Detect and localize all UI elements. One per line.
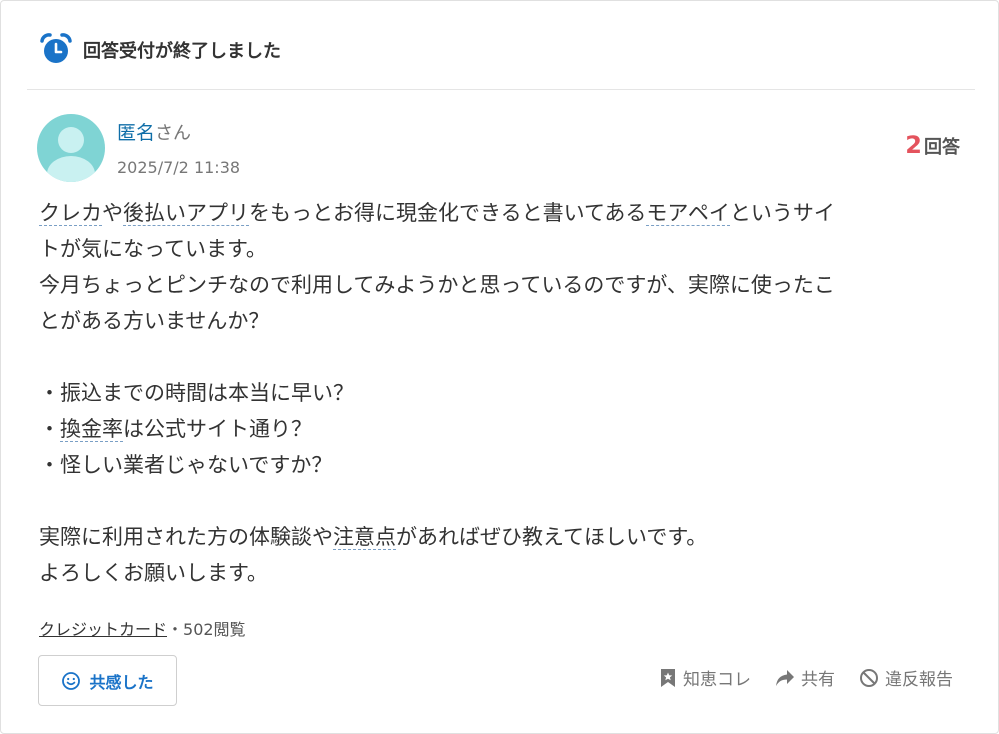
keyword-link[interactable]: 後払いアプリ — [123, 201, 249, 226]
smile-icon — [62, 671, 81, 690]
action-bar: 知恵コレ 共有 違反報告 — [659, 665, 953, 690]
body-line: よろしくお願いします。 — [39, 561, 268, 585]
body-line: 実際に利用された方の体験談や注意点があればぜひ教えてほしいです。 — [39, 519, 959, 555]
body-text-segment: があればぜひ教えてほしいです。 — [396, 525, 708, 549]
body-text-segment: や — [102, 201, 123, 225]
user-name[interactable]: 匿名さん — [117, 118, 191, 145]
body-line: トが気になっています。 — [39, 237, 267, 261]
save-button[interactable]: 知恵コレ — [659, 665, 751, 690]
avatar[interactable] — [37, 114, 105, 182]
bookmark-icon — [661, 668, 675, 687]
body-line: クレカや後払いアプリをもっとお得に現金化できると書いてあるモアペイというサイ — [39, 195, 959, 231]
post-timestamp: 2025/7/2 11:38 — [117, 158, 241, 177]
alarm-clock-icon — [40, 33, 72, 63]
body-text-segment: をもっとお得に現金化できると書いてある — [249, 201, 647, 225]
share-button-label: 共有 — [801, 670, 835, 690]
empathy-button[interactable]: 共感した — [38, 655, 177, 706]
view-count: ・502閲覧 — [167, 620, 246, 639]
body-line: ・怪しい業者じゃないですか？ — [39, 453, 333, 477]
prohibit-icon — [860, 668, 878, 687]
share-arrow-icon — [776, 669, 794, 686]
body-text-segment: は公式サイト通り？ — [123, 417, 312, 441]
keyword-link[interactable]: 換金率 — [60, 417, 123, 442]
body-line: とがある方いませんか？ — [39, 309, 270, 333]
avatar-icon — [47, 127, 95, 182]
answer-count-number: 2 — [905, 131, 922, 159]
keyword-link[interactable]: 注意点 — [333, 525, 396, 550]
body-line: ・振込までの時間は本当に早い？ — [39, 381, 354, 405]
body-text-segment: ・ — [39, 417, 60, 441]
status-text: 回答受付が終了しました — [83, 41, 281, 62]
question-body: クレカや後払いアプリをもっとお得に現金化できると書いてあるモアペイというサイ ト… — [39, 195, 959, 591]
report-button-label: 違反報告 — [885, 670, 953, 690]
report-button[interactable]: 違反報告 — [859, 665, 953, 690]
answer-count-label: 回答 — [924, 137, 960, 158]
body-line: 今月ちょっとピンチなので利用してみようかと思っているのですが、実際に使ったこ — [39, 273, 835, 297]
answer-count[interactable]: 2 回答 — [905, 131, 960, 159]
status-bar: 回答受付が終了しました — [27, 27, 975, 90]
empathy-button-label: 共感した — [89, 672, 154, 692]
user-honorific: さん — [155, 123, 192, 144]
category-link[interactable]: クレジットカード — [39, 620, 167, 639]
save-button-label: 知恵コレ — [683, 670, 751, 690]
share-button[interactable]: 共有 — [775, 665, 835, 690]
user-name-text[interactable]: 匿名 — [117, 122, 155, 144]
body-line: ・換金率は公式サイト通り？ — [39, 411, 959, 447]
body-text-segment: 実際に利用された方の体験談や — [39, 525, 333, 549]
question-card: 回答受付が終了しました 匿名さん 2025/7/2 11:38 2 回答 クレカや… — [0, 0, 999, 734]
question-meta: クレジットカード・502閲覧 — [39, 616, 246, 640]
keyword-link[interactable]: モアペイ — [646, 201, 730, 226]
keyword-link[interactable]: クレカ — [39, 201, 102, 226]
body-text-segment: というサイ — [729, 201, 835, 225]
